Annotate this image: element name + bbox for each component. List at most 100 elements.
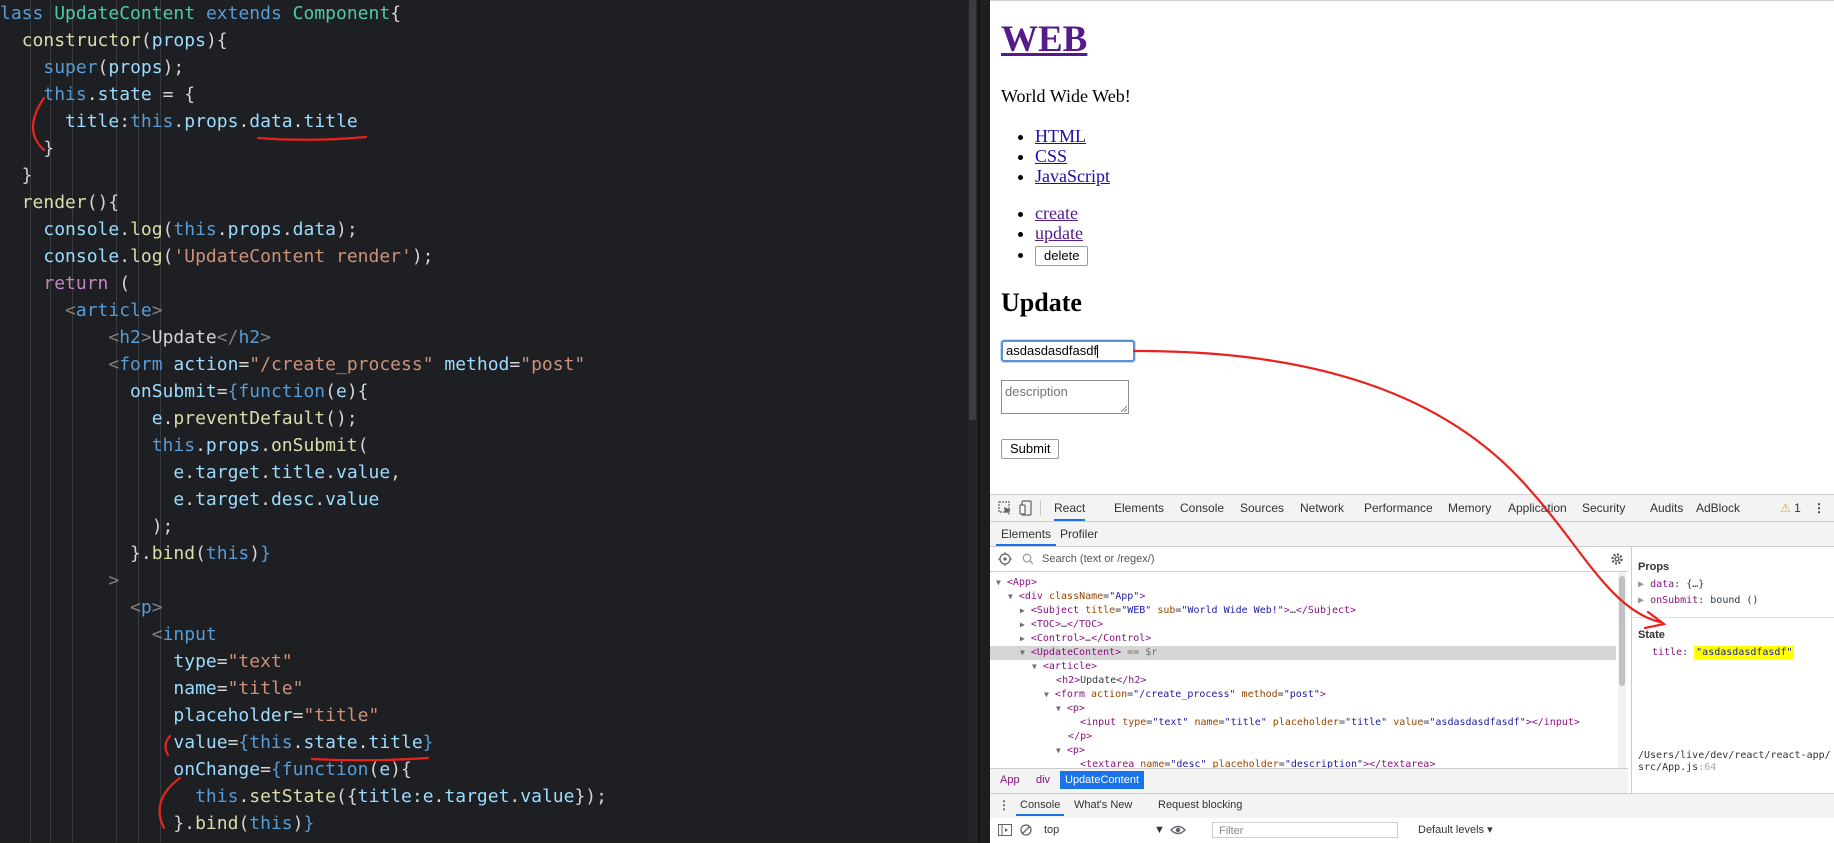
props-heading: Props [1638,561,1670,573]
expand-arrow-icon[interactable]: ▼ [1056,746,1061,755]
device-toolbar-icon[interactable] [1019,500,1033,516]
tab-memory[interactable]: Memory [1448,495,1491,521]
code-line: onSubmit={function(e){ [130,381,369,402]
code-line: > [108,570,120,591]
breadcrumb-item-app[interactable]: App [996,769,1024,791]
tree-node[interactable]: ▼ <UpdateContent> == $r [1020,646,1157,660]
drawer-tab-request-blocking[interactable]: Request blocking [1158,794,1242,816]
expand-arrow-icon[interactable]: ▼ [1020,648,1025,657]
expand-arrow-icon[interactable]: ▼ [1056,704,1061,713]
target-icon[interactable] [998,552,1012,566]
code-line: ); [0,516,174,537]
toc-link-html[interactable]: HTML [1035,126,1086,146]
code-line: constructor(props){ [21,30,228,51]
breadcrumb-item-div[interactable]: div [1032,769,1054,791]
tab-react[interactable]: React [1054,495,1086,521]
devtools-menu-icon[interactable]: ⋮ [1813,495,1825,521]
sidebar-toggle-icon[interactable] [998,824,1012,836]
tab-application[interactable]: Application [1508,495,1567,521]
expand-arrow-icon[interactable]: ▼ [1008,592,1013,601]
description-placeholder: description [1005,384,1068,399]
chevron-down-icon: ▼ [1154,824,1165,836]
eye-icon[interactable] [1170,825,1186,835]
tree-node[interactable]: ▼ <article> [1032,660,1097,674]
inspect-element-icon[interactable] [998,501,1012,515]
toc-link-javascript[interactable]: JavaScript [1035,166,1110,186]
expand-arrow-icon[interactable]: ▼ [1032,662,1037,671]
editor-scrollbar-thumb[interactable] [969,0,976,420]
code-line: value={this.state.title} [173,732,434,753]
component-tree[interactable]: ▼ <App> ▼ <div className="App"> ▶ <Subject… [990,572,1628,768]
tree-node[interactable]: ▼ <form action="/create_process" method=… [1044,688,1326,702]
tab-audits[interactable]: Audits [1650,495,1683,521]
warning-indicator[interactable]: ⚠ 1 [1780,495,1801,521]
code-line: onChange={function(e){ [173,759,412,780]
subtab-elements[interactable]: Elements [996,522,1057,546]
code-line: this.props.onSubmit( [151,435,369,456]
title-input[interactable]: asdasdasdfasdf [1001,340,1135,362]
tree-node[interactable]: ▶ <Control>…</Control> [1020,632,1151,646]
breadcrumb-item-updatecontent[interactable]: UpdateContent [1060,771,1144,789]
tab-console[interactable]: Console [1180,495,1224,521]
code-line: render(){ [21,192,120,213]
description-textarea[interactable]: description [1001,380,1129,414]
tree-node[interactable]: ▼ <p> [1056,744,1085,758]
drawer-tab-console[interactable]: Console [1016,794,1065,816]
tree-node[interactable]: ▼ <div className="App"> [1008,590,1145,604]
expand-arrow-icon[interactable]: ▶ [1020,606,1025,615]
create-link[interactable]: create [1035,203,1078,223]
expand-arrow-icon[interactable]: ▶ [1020,634,1025,643]
code-line: <form action="/create_process" method="p… [108,354,586,375]
context-selector[interactable]: top ▼ [1044,822,1165,838]
prop-row[interactable]: ▶ onSubmit: bound () [1638,593,1758,609]
toc-link-css[interactable]: CSS [1035,146,1067,166]
tree-node[interactable]: ▶ <TOC>…</TOC> [1020,618,1103,632]
split-divider[interactable] [978,0,980,842]
expand-arrow-icon[interactable]: ▶ [1020,620,1025,629]
tab-performance[interactable]: Performance [1364,495,1433,521]
prop-row[interactable]: ▶ data: {…} [1638,577,1704,593]
resize-grip-icon[interactable] [1120,405,1127,412]
tree-node[interactable]: ▼ <App> [996,576,1037,590]
submit-button[interactable]: Submit [1001,439,1060,459]
code-line: <article> [65,300,163,321]
code-editor[interactable]: lass UpdateContent extends Component{ co… [0,0,980,842]
settings-gear-icon[interactable] [1610,552,1624,566]
log-levels-dropdown[interactable]: Default levels ▾ [1418,822,1493,838]
delete-button[interactable]: delete [1035,246,1089,266]
page-title-link[interactable]: WEB [1001,19,1087,60]
component-search-input[interactable]: Search (text or /regex/) [1042,547,1155,571]
code-line: }.bind(this)} [0,543,271,564]
tree-node[interactable]: ▼ <p> [1056,702,1085,716]
expand-arrow-icon: ▶ [1638,595,1645,606]
console-filter-input[interactable]: Filter [1212,822,1398,838]
expand-arrow-icon[interactable]: ▼ [996,578,1001,587]
expand-arrow-icon[interactable]: ▼ [1044,690,1049,699]
drawer-menu-icon[interactable]: ⋮ [998,794,1010,816]
code-line: lass UpdateContent extends Component{ [0,3,402,24]
tree-node[interactable]: <h2>Update</h2> [1044,674,1146,688]
tab-network[interactable]: Network [1300,495,1344,521]
source-path: /Users/live/dev/react/react-app/src/App.… [1638,750,1831,773]
drawer-tab-whats-new[interactable]: What's New [1074,794,1132,816]
prop-key: data [1650,579,1675,590]
tree-scrollbar-thumb[interactable] [1619,576,1625,686]
title-input-value: asdasdasdfasdf [1006,343,1098,358]
tree-node[interactable]: <input type="text" name="title" placehol… [1068,716,1580,730]
subtab-profiler[interactable]: Profiler [1060,522,1098,546]
tab-adblock[interactable]: AdBlock [1696,495,1740,521]
context-selector-value: top [1044,824,1060,836]
tab-elements[interactable]: Elements [1114,495,1164,521]
tree-node[interactable]: </p> [1056,730,1092,744]
tab-sources[interactable]: Sources [1240,495,1284,521]
section-title: Update [1001,288,1082,317]
tree-scrollbar[interactable] [1618,572,1626,768]
state-row[interactable]: title: "asdasdasdfasdf" [1652,645,1795,661]
update-link[interactable]: update [1035,223,1083,243]
source-location[interactable]: /Users/live/dev/react/react-app/src/App.… [1638,750,1833,774]
tree-node[interactable]: ▶ <Subject title="WEB" sub="World Wide W… [1020,604,1356,618]
state-value[interactable]: "asdasdasdfasdf" [1694,646,1795,659]
clear-console-icon[interactable] [1020,824,1032,836]
tab-security[interactable]: Security [1582,495,1625,521]
tree-node[interactable]: <textarea name="desc" placeholder="descr… [1068,758,1435,768]
